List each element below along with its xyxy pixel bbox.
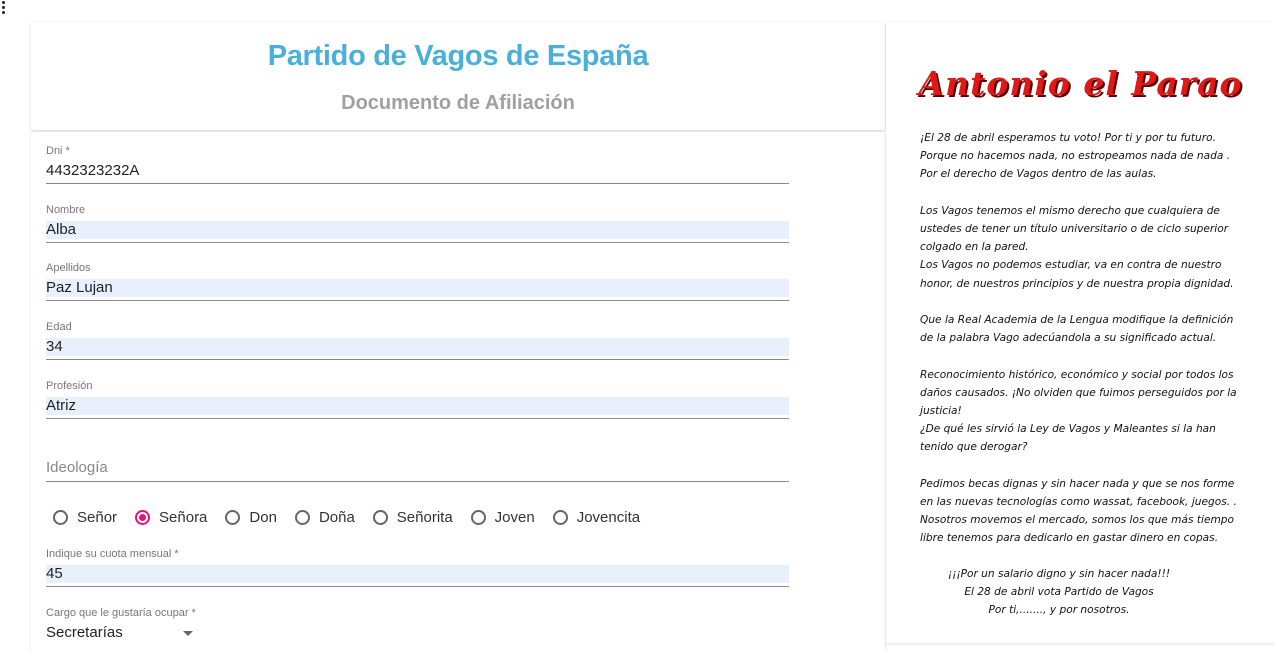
affiliation-form: Dni * 4432323232A Nombre Alba Apellidos … [31, 132, 885, 652]
radio-label: Doña [318, 508, 355, 526]
manifesto-line: Porque no hacemos nada, no estropeamos n… [920, 150, 1231, 163]
manifesto-paragraph: ¡El 28 de abril esperamos tu voto! Por t… [920, 129, 1240, 184]
closing-slogan: ¡¡¡Por un salario digno y sin hacer nada… [886, 565, 1232, 620]
radio-circle[interactable] [53, 509, 68, 525]
closing-line: ¡¡¡Por un salario digno y sin hacer nada… [947, 568, 1171, 580]
manifesto-paragraph: Reconocimiento histórico, económico y so… [920, 366, 1240, 457]
form-header: Partido de Vagos de España Documento de … [31, 22, 885, 130]
manifesto-line: Pedimos becas dignas y sin hacer nada y … [920, 477, 1235, 490]
manifesto-line: Reconocimiento histórico, económico y so… [920, 368, 1234, 381]
manifesto-line: de la palabra Vago adecúandola a su sign… [920, 332, 1217, 345]
radio-circle[interactable] [552, 509, 568, 525]
form-column: Partido de Vagos de España Documento de … [31, 22, 885, 652]
nombre-underline [46, 242, 789, 243]
more-vert-icon[interactable] [2, 0, 8, 16]
radio-senora[interactable]: Señora [135, 509, 207, 526]
manifesto-line: Los Vagos no podemos estudiar, va en con… [920, 259, 1222, 272]
manifesto-line: en las nuevas tecnologías como wassat, f… [920, 496, 1237, 508]
profesion-input[interactable]: Atriz [46, 397, 789, 415]
profesion-label: Profesión [46, 380, 93, 392]
campaign-flyer: Antonio el Parao ¡El 28 de abril esperam… [886, 22, 1275, 643]
radio-senorita[interactable]: Señorita [372, 508, 453, 526]
dni-field[interactable]: Dni * 4432323232A [46, 144, 789, 184]
nombre-label: Nombre [46, 204, 86, 216]
cuota-underline [46, 586, 789, 587]
nombre-input[interactable]: Alba [46, 221, 789, 239]
manifesto-line: tenido que derogar? [920, 441, 1028, 454]
edad-label: Edad [46, 321, 72, 333]
ideologia-input[interactable]: Ideología [46, 458, 789, 478]
radio-label: Jovencita [576, 508, 641, 526]
dni-label: Dni * [46, 145, 70, 157]
cuota-label: Indique su cuota mensual * [46, 548, 179, 560]
radio-joven[interactable]: Joven [470, 508, 535, 526]
profesion-underline [46, 418, 789, 419]
radio-circle[interactable] [372, 509, 388, 525]
edad-field[interactable]: Edad 34 [46, 320, 789, 360]
ideologia-field[interactable]: Ideología [46, 450, 789, 482]
manifesto-line: ¡El 28 de abril esperamos tu voto! Por t… [920, 132, 1216, 144]
cuota-field[interactable]: Indique su cuota mensual * 45 [46, 547, 789, 587]
manifesto-line: ¿De qué les sirvió la Ley de Vagos y Mal… [920, 423, 1216, 436]
manifesto-line: honor, de nuestros principios y de nuest… [920, 277, 1234, 290]
manifesto-paragraph: Los Vagos tenemos el mismo derecho que c… [920, 202, 1240, 293]
tratamiento-radio-group: Señor Señora Don Doña Señorita Joven Jov… [53, 505, 658, 529]
manifesto-line: Los Vagos tenemos el mismo derecho que c… [920, 204, 1220, 217]
radio-label: Joven [494, 508, 535, 526]
manifesto-text: ¡El 28 de abril esperamos tu voto! Por t… [920, 129, 1240, 566]
radio-senor[interactable]: Señor [53, 509, 117, 526]
closing-line: Por ti,......., y por nosotros. [988, 604, 1130, 617]
manifesto-line: Nosotros movemos el mercado, somos los q… [920, 514, 1235, 527]
manifesto-line: ustedes de tener un título universitario… [920, 223, 1229, 235]
radio-circle[interactable] [294, 509, 310, 525]
radio-don[interactable]: Don [225, 509, 277, 526]
manifesto-line: colgado en la pared. [920, 241, 1029, 254]
page-subtitle: Documento de Afiliación [341, 92, 575, 114]
radio-circle[interactable] [225, 509, 241, 525]
cargo-select[interactable]: Secretarías [46, 624, 789, 642]
radio-label: Señorita [396, 508, 453, 526]
apellidos-field[interactable]: Apellidos Paz Lujan [46, 261, 789, 301]
radio-circle-checked[interactable] [135, 509, 151, 525]
dni-input[interactable]: 4432323232A [46, 162, 789, 180]
cargo-field[interactable]: Cargo que le gustaría ocupar * Secretarí… [46, 606, 789, 642]
manifesto-line: libre tenemos para dedicarlo en gastar d… [920, 532, 1219, 545]
apellidos-input[interactable]: Paz Lujan [46, 279, 789, 297]
manifesto-line: Que la Real Academia de la Lengua modifi… [920, 314, 1234, 326]
cuota-input[interactable]: 45 [46, 565, 789, 583]
manifesto-line: daños causados. ¡No olviden que fuimos p… [920, 386, 1237, 399]
closing-line: El 28 de abril vota Partido de Vagos [964, 586, 1154, 599]
radio-circle[interactable] [470, 509, 486, 525]
apellidos-label: Apellidos [46, 262, 91, 274]
dni-underline [46, 183, 789, 184]
radio-label: Señor [77, 508, 118, 526]
manifesto-paragraph: Que la Real Academia de la Lengua modifi… [920, 311, 1240, 347]
manifesto-paragraph: Pedimos becas dignas y sin hacer nada y … [920, 475, 1240, 548]
cargo-select-value: Secretarías [46, 624, 123, 641]
cargo-label: Cargo que le gustaría ocupar * [46, 607, 196, 619]
edad-input[interactable]: 34 [46, 338, 789, 356]
radio-label: Don [249, 508, 277, 526]
radio-dona[interactable]: Doña [294, 508, 355, 526]
manifesto-line: Por el derecho de Vagos dentro de las au… [920, 168, 1157, 181]
ideologia-underline [46, 481, 789, 482]
profesion-field[interactable]: Profesión Atriz [46, 379, 789, 419]
manifesto-line: justicia! [920, 405, 962, 417]
radio-label: Señora [159, 508, 208, 526]
edad-underline [46, 359, 789, 360]
apellidos-underline [46, 300, 789, 301]
radio-jovencita[interactable]: Jovencita [552, 508, 641, 526]
nombre-field[interactable]: Nombre Alba [46, 203, 789, 243]
candidate-name: Antonio el Parao [918, 64, 1243, 103]
dropdown-arrow-icon[interactable] [182, 630, 193, 636]
page-title: Partido de Vagos de España [267, 40, 649, 72]
